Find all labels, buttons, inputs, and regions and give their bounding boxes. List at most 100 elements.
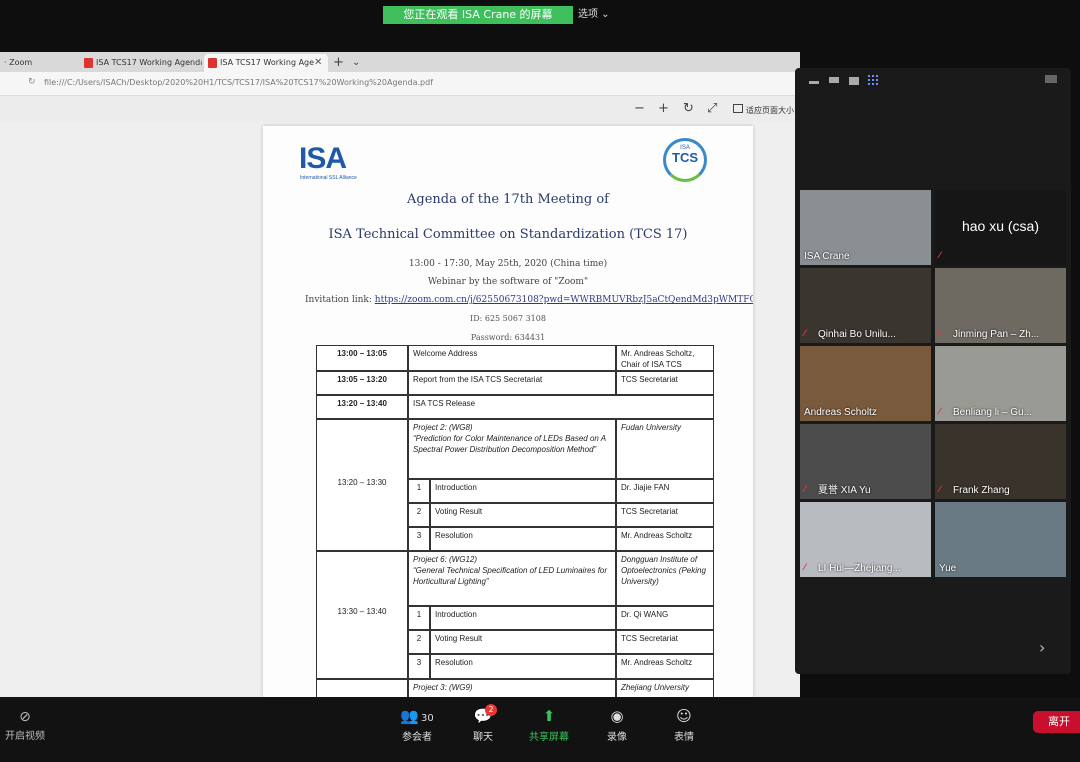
participant-name: 夏誉 XIA Yu [818, 485, 871, 496]
participant-tile[interactable]: ⁄ Qinhai Bo Unilu... [800, 268, 931, 343]
participant-gallery: ISA Crane hao xu (csa) ⁄ ⁄ Qinhai Bo Unilu..… [795, 68, 1071, 674]
participant-name: Frank Zhang [953, 485, 1010, 496]
participant-name: ISA Crane [804, 251, 850, 262]
start-video-label: 开启视频 [5, 731, 45, 742]
fullscreen-icon[interactable]: ⤢ [707, 100, 717, 118]
sub-item-cell: Resolution [430, 654, 616, 679]
exit-fullscreen-icon[interactable] [1045, 75, 1057, 83]
tab-agenda-2[interactable]: ISA TCS17 Working Age [204, 54, 328, 72]
muted-mic-icon: ⁄ [939, 485, 941, 495]
record-button[interactable]: ◉ 录像 [587, 707, 647, 743]
sub-item-cell: Introduction [430, 479, 616, 503]
pdf-toolbar: − + ↻ ⤢ 适应页面大小 [0, 96, 800, 122]
tab-agenda-1[interactable]: ISA TCS17 Working Agenda [80, 54, 202, 72]
invitation-link[interactable]: https://zoom.com.cn/j/62550673108?pwd=WW… [375, 295, 753, 305]
share-screen-label: 共享屏幕 [529, 732, 569, 743]
agenda-item-cell: Report from the ISA TCS Secretariat [408, 371, 616, 395]
sub-item-presenter: Dr. Qi WANG [616, 606, 714, 630]
participants-button[interactable]: 👥 30 参会者 [387, 707, 447, 743]
sub-item-number: 2 [408, 630, 430, 654]
webinar-info: Webinar by the software of "Zoom" [427, 277, 589, 287]
tab-label: ISA TCS17 Working Age [220, 58, 315, 67]
project-owner-cell: Fudan University [616, 419, 714, 479]
fit-page-button[interactable]: 适应页面大小 [746, 105, 794, 116]
agenda-time-cell: 13:00 – 13:05 [316, 345, 408, 371]
project-title: “Prediction for Color Maintenance of LED… [413, 434, 606, 454]
browser-tab-bar: · Zoom ISA TCS17 Working Agenda ISA TCS1… [0, 52, 800, 72]
minimized-view-icon[interactable] [809, 81, 819, 84]
new-tab-icon[interactable]: + [333, 54, 344, 72]
chat-label: 聊天 [473, 732, 493, 743]
leave-meeting-button[interactable]: 离开 [1033, 711, 1080, 733]
chevron-down-icon[interactable]: ⌄ [352, 54, 360, 72]
sub-item-number: 1 [408, 606, 430, 630]
gallery-view-icon[interactable] [868, 75, 879, 86]
participant-tile[interactable]: hao xu (csa) ⁄ [935, 190, 1066, 265]
participant-name: Qinhai Bo Unilu... [818, 329, 896, 340]
sub-item-cell: Voting Result [430, 503, 616, 527]
address-bar[interactable]: ↻ file:///C:/Users/ISACh/Desktop/2020%20… [0, 72, 800, 96]
project-title: “General Technical Specification of LED … [413, 566, 608, 586]
participant-tile[interactable]: ⁄ Benliang li – Gu... [935, 346, 1066, 421]
tab-label: · Zoom [4, 58, 33, 67]
agenda-presenter-cell: Mr. Andreas Scholtz, Chair of ISA TCS [616, 345, 714, 371]
pdf-page: ISA International SSL Alliance ISA TCS A… [263, 126, 753, 697]
participants-label: 参会者 [402, 732, 432, 743]
project-number: Project 6: (WG12) [413, 555, 478, 564]
participant-tile[interactable]: ISA Crane [800, 190, 931, 265]
muted-mic-icon: ⁄ [939, 251, 941, 261]
project-cell: Project 6: (WG12) “General Technical Spe… [408, 551, 616, 606]
agenda-time-cell [316, 679, 408, 697]
participant-tile[interactable]: Yue [935, 502, 1066, 577]
invitation-line: Invitation link: https://zoom.com.cn/j/6… [305, 295, 753, 305]
participant-name: Jinming Pan – Zh... [953, 329, 1040, 340]
invitation-label: Invitation link: [305, 295, 375, 305]
share-screen-button[interactable]: ⬆ 共享屏幕 [519, 707, 579, 743]
zoom-in-icon[interactable]: + [658, 100, 669, 118]
project-number: Project 2: (WG8) [413, 423, 473, 432]
participant-name-large: hao xu (csa) [961, 218, 1040, 234]
participant-name: Benliang li – Gu... [953, 407, 1032, 418]
participants-icon: 👥 30 [400, 707, 434, 725]
participant-tile[interactable]: Andreas Scholtz [800, 346, 931, 421]
rotate-icon[interactable]: ↻ [683, 100, 694, 118]
project-owner-cell: Zhejiang University [616, 679, 714, 697]
reactions-label: 表情 [674, 732, 694, 743]
participant-tile[interactable]: ⁄ Frank Zhang [935, 424, 1066, 499]
participant-name: Yue [939, 563, 957, 574]
next-page-icon[interactable]: › [1039, 638, 1045, 657]
url-text: file:///C:/Users/ISACh/Desktop/2020%20H1… [44, 78, 434, 87]
meeting-toolbar: ⊘ 开启视频 👥 30 参会者 💬 2 聊天 ⬆ 共享屏幕 ◉ 录像 ☺ 表情 离… [0, 697, 1080, 762]
agenda-presenter-cell: TCS Secretariat [616, 371, 714, 395]
zoom-out-icon[interactable]: − [634, 100, 645, 118]
agenda-item-cell: Welcome Address [408, 345, 616, 371]
strip-view-icon[interactable] [849, 77, 859, 85]
zoom-meeting-window: 您正在观看 ISA Crane 的屏幕 选项 ⌄ · Zoom ISA TCS1… [0, 0, 1080, 762]
sub-item-number: 3 [408, 654, 430, 679]
participant-count: 30 [420, 713, 434, 724]
project-cell: Project 3: (WG9) [408, 679, 616, 697]
chat-unread-badge: 2 [485, 704, 497, 716]
participant-tile[interactable]: ⁄ 夏誉 XIA Yu [800, 424, 931, 499]
record-icon: ◉ [610, 707, 624, 725]
screen-share-banner: 您正在观看 ISA Crane 的屏幕 [383, 6, 573, 24]
sub-item-cell: Voting Result [430, 630, 616, 654]
start-video-button[interactable]: ⊘ 开启视频 [2, 709, 48, 742]
pdf-icon [208, 57, 217, 68]
sub-item-cell: Resolution [430, 527, 616, 551]
sub-item-number: 1 [408, 479, 430, 503]
emoji-icon: ☺ [676, 707, 692, 725]
refresh-icon[interactable]: ↻ [28, 77, 36, 87]
chat-button[interactable]: 💬 2 聊天 [453, 704, 513, 743]
speaker-view-icon[interactable] [829, 77, 839, 83]
tab-zoom[interactable]: · Zoom [0, 54, 76, 72]
tab-label: ISA TCS17 Working Agenda [96, 58, 202, 67]
view-options-button[interactable]: 选项 ⌄ [578, 6, 610, 24]
participant-tile[interactable]: ⁄ LI Hui—Zhejiang... [800, 502, 931, 577]
participant-tile[interactable]: ⁄ Jinming Pan – Zh... [935, 268, 1066, 343]
fit-page-icon[interactable] [733, 104, 743, 113]
close-tab-icon[interactable]: ✕ [314, 54, 322, 72]
project-cell: Project 2: (WG8) “Prediction for Color M… [408, 419, 616, 479]
tcs-logo: ISA TCS [663, 138, 707, 182]
reactions-button[interactable]: ☺ 表情 [654, 707, 714, 743]
